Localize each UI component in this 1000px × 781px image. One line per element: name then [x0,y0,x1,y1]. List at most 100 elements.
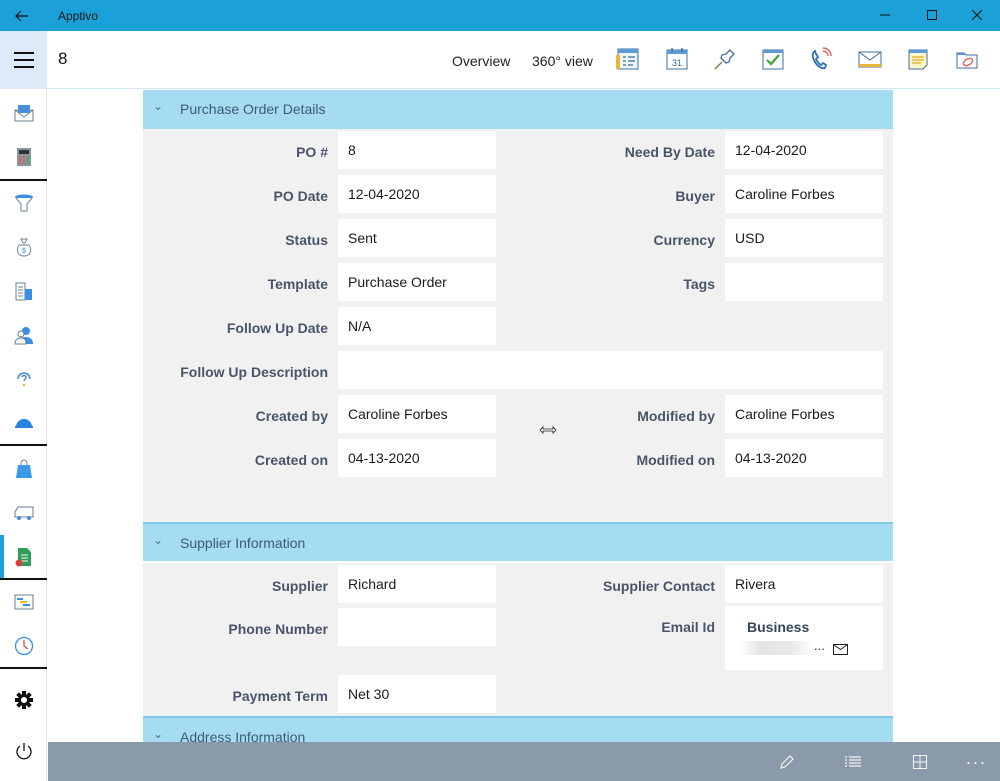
edit-pencil-icon [780,755,794,769]
section-header-supplier-information[interactable]: ⌄ Supplier Information [143,522,893,561]
field-value-status[interactable]: Sent [338,219,496,257]
task-check-icon[interactable] [760,46,788,74]
field-label-po-date: PO Date [273,188,328,204]
overview-link[interactable]: Overview [452,53,510,69]
field-value-po-number[interactable]: 8 [338,131,496,169]
app-title: Apptivo [58,9,99,23]
field-label-follow-up-date: Follow Up Date [226,320,328,336]
sidebar-item-opportunities[interactable]: $ [0,225,47,269]
buildings-icon [15,282,32,301]
field-value-supplier[interactable]: Richard [338,565,496,603]
email-address-redacted [739,641,813,655]
field-label-currency: Currency [653,232,715,248]
field-label-created-by: Created by [255,408,328,424]
funnel-icon [14,194,33,212]
send-email-icon[interactable] [833,642,848,658]
grid-view-button[interactable] [908,750,932,774]
list-view-icon [845,756,861,767]
menu-button[interactable] [0,31,47,89]
field-label-created-on: Created on [254,452,328,468]
chevron-down-icon: ⌄ [153,533,164,547]
field-value-need-by-date[interactable]: 12-04-2020 [725,131,883,169]
field-value-supplier-contact[interactable]: Rivera [725,565,883,603]
sidebar-item-timesheets[interactable] [0,580,47,624]
support-headset-icon [16,372,31,387]
attachment-folder-icon[interactable] [954,46,982,74]
sidebar-item-projects[interactable] [0,401,47,445]
field-label-supplier-contact: Supplier Contact [602,578,715,594]
record-header: 8 Overview 360° view 31 [0,31,1000,89]
record-detail-content[interactable]: ⌄ Purchase Order Details PO # 8 Need By … [48,90,1000,742]
close-button[interactable] [954,0,1000,31]
more-options-button[interactable]: ··· [964,750,988,774]
contacts-icon [13,327,33,345]
field-label-buyer: Buyer [675,188,715,204]
360-view-link[interactable]: 360° view [532,53,593,69]
svg-text:31: 31 [672,58,682,68]
field-value-follow-up-description[interactable] [338,351,883,389]
chevron-down-icon: ⌄ [153,727,164,741]
close-icon [971,9,983,21]
back-button[interactable] [8,4,36,28]
minimize-button[interactable] [862,0,908,31]
field-value-tags[interactable] [725,263,883,301]
calculator-icon [16,148,31,166]
email-icon[interactable] [857,46,885,74]
hamburger-icon [13,50,34,71]
section-header-purchase-order-details[interactable]: ⌄ Purchase Order Details [143,90,893,129]
field-label-email-id: Email Id [661,619,715,635]
sidebar-item-settings[interactable] [0,678,47,722]
pin-icon[interactable] [712,46,740,74]
note-icon[interactable] [905,46,933,74]
field-label-po-number: PO # [296,144,328,160]
sidebar-item-customers[interactable] [0,269,47,313]
clock-icon [14,636,33,656]
field-label-tags: Tags [683,276,715,292]
edit-button[interactable] [775,750,799,774]
sidebar-item-sign-out[interactable] [0,729,47,773]
field-label-need-by-date: Need By Date [624,144,715,160]
field-label-status: Status [285,232,328,248]
sidebar-item-contacts[interactable] [0,313,47,357]
svg-text:$: $ [22,248,26,255]
field-value-currency[interactable]: USD [725,219,883,257]
field-label-follow-up-description: Follow Up Description [180,364,328,380]
calendar-icon[interactable]: 31 [664,46,692,74]
field-value-created-on[interactable]: 04-13-2020 [338,439,496,477]
gantt-chart-icon [14,594,33,610]
overview-list-icon[interactable] [615,46,643,74]
sidebar-item-time[interactable] [0,624,47,668]
sidebar-nav: $ [0,89,47,781]
sidebar-item-campaigns[interactable] [0,91,47,135]
sidebar-item-orders[interactable] [0,447,47,491]
section-header-address-information[interactable]: ⌄ Address Information [143,716,893,742]
record-title: 8 [58,49,68,68]
bottom-app-bar: ··· [48,742,1000,781]
field-value-payment-term[interactable]: Net 30 [338,675,496,713]
arrow-left-icon [15,10,28,22]
field-value-email-id[interactable]: Business ... [725,606,883,670]
field-label-payment-term: Payment Term [232,688,328,704]
sidebar-item-leads[interactable] [0,181,47,225]
sidebar-item-purchase-orders[interactable] [0,535,47,579]
maximize-icon [927,10,937,20]
field-value-modified-on[interactable]: 04-13-2020 [725,439,883,477]
field-value-buyer[interactable]: Caroline Forbes [725,175,883,213]
sidebar-item-invoices[interactable] [0,135,47,179]
field-value-follow-up-date[interactable]: N/A [338,307,496,345]
field-value-template[interactable]: Purchase Order [338,263,496,301]
list-view-button[interactable] [841,750,865,774]
grid-view-icon [913,755,927,769]
money-bag-icon: $ [16,238,31,257]
shopping-bag-icon [15,459,32,478]
power-icon [15,743,32,760]
call-icon[interactable] [808,46,836,74]
field-value-po-date[interactable]: 12-04-2020 [338,175,496,213]
field-value-modified-by[interactable]: Caroline Forbes [725,395,883,433]
sidebar-item-cases[interactable] [0,357,47,401]
field-value-phone-number[interactable] [338,608,496,646]
email-type-label: Business [747,619,810,635]
sidebar-item-suppliers[interactable] [0,491,47,535]
maximize-button[interactable] [909,0,955,31]
field-value-created-by[interactable]: Caroline Forbes [338,395,496,433]
